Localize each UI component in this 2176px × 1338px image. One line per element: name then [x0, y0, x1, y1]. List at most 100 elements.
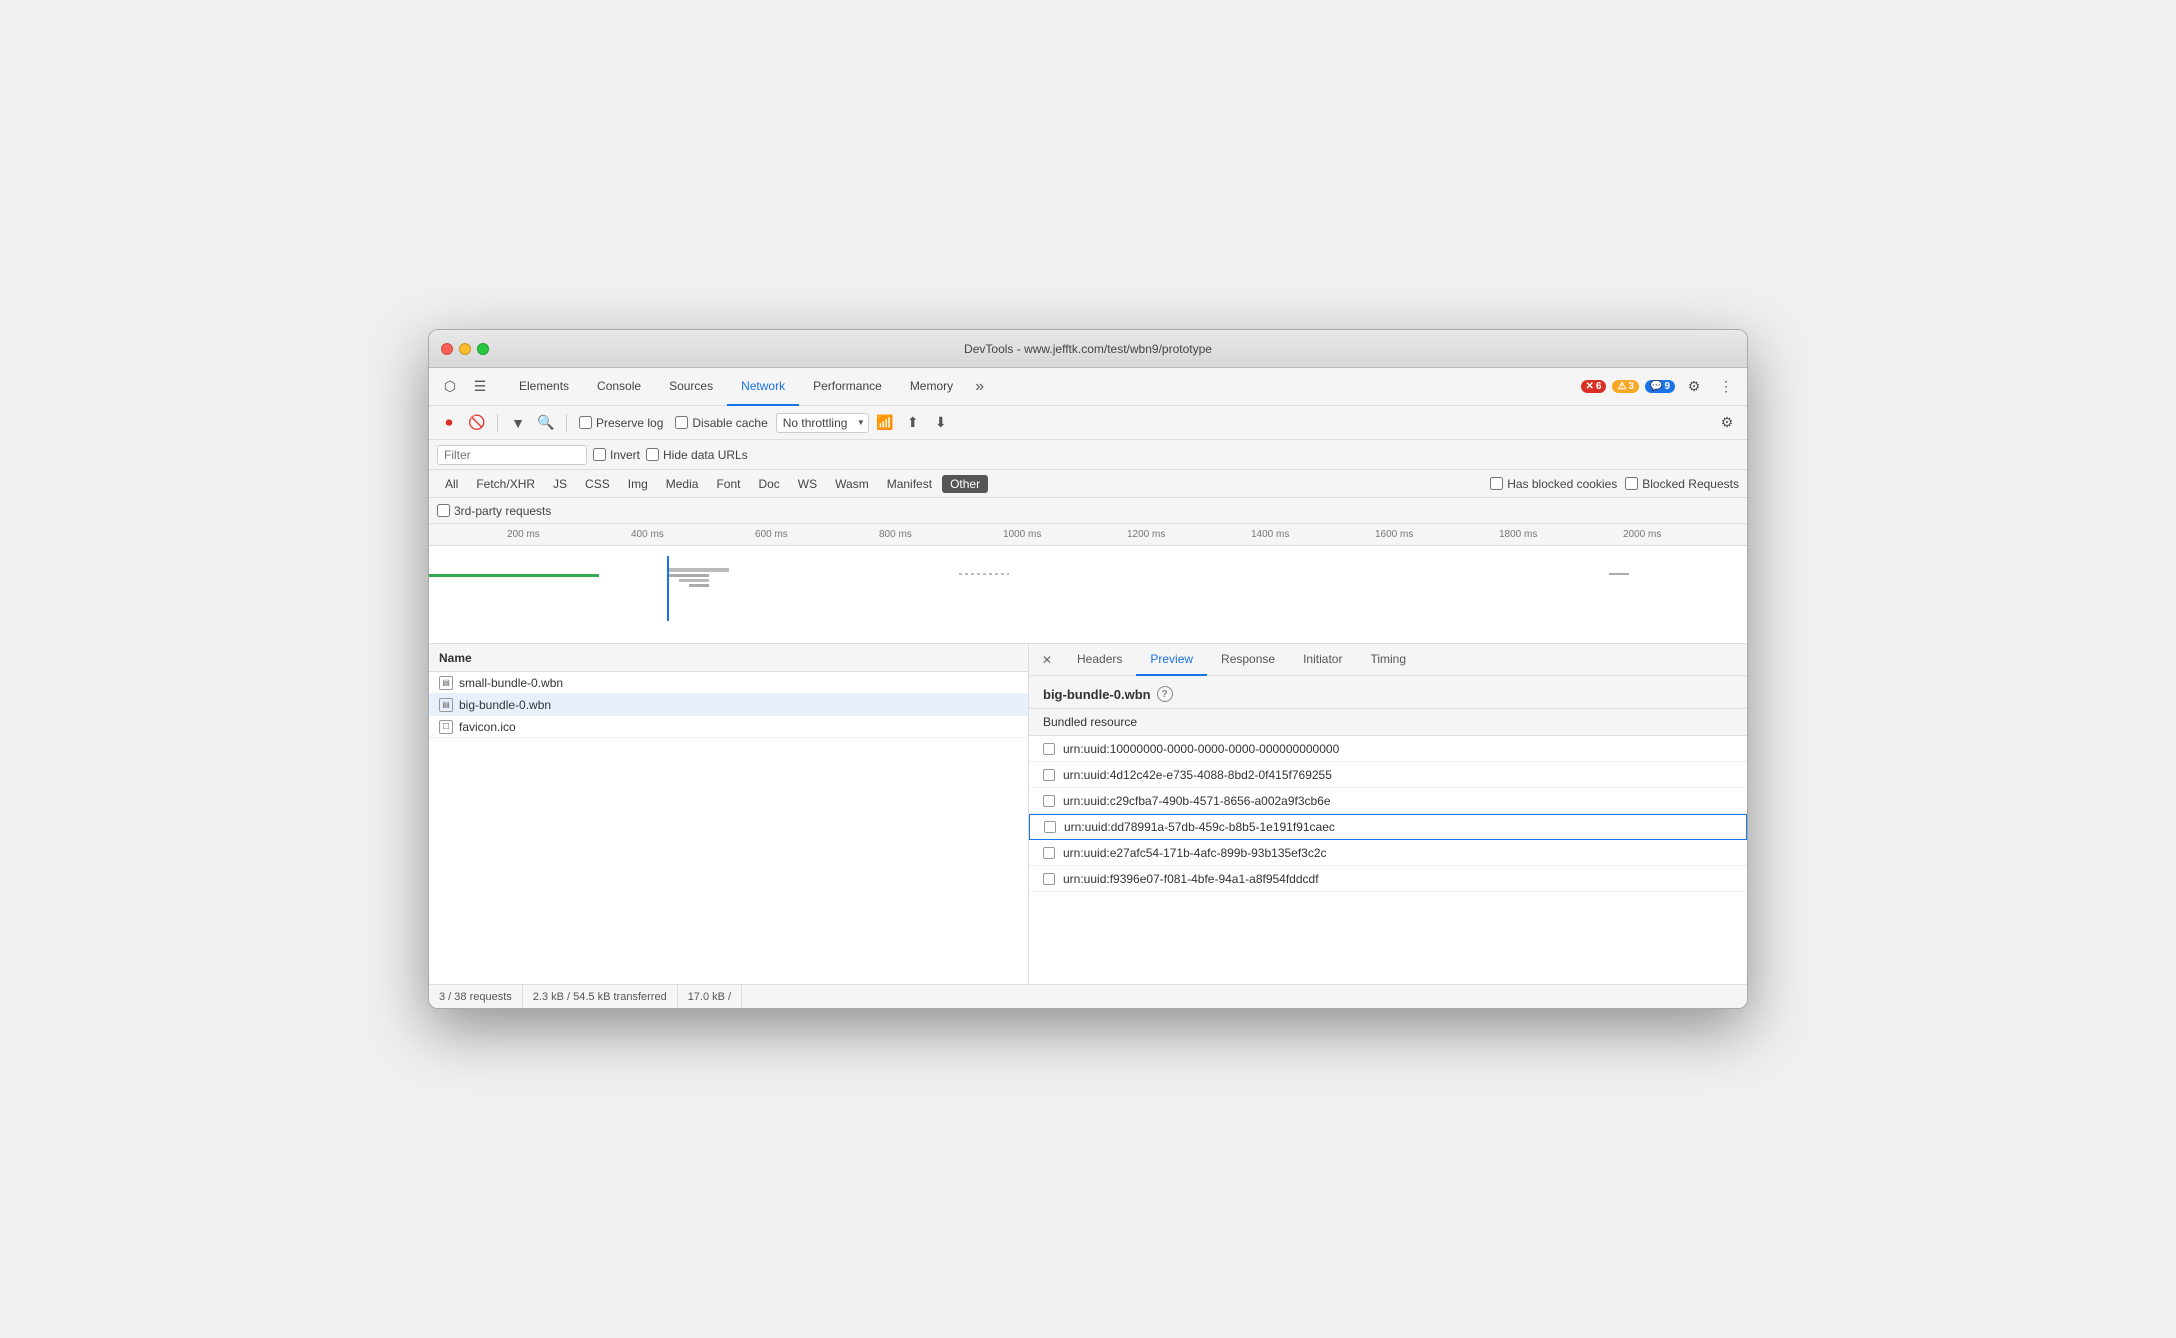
throttle-select-wrapper[interactable]: No throttling: [776, 413, 869, 433]
invert-checkbox[interactable]: [593, 448, 606, 461]
download-icon[interactable]: ⬇: [929, 411, 953, 435]
resource-item-3[interactable]: urn:uuid:c29cfba7-490b-4571-8656-a002a9f…: [1029, 788, 1747, 814]
typebar: All Fetch/XHR JS CSS Img Media Font Doc …: [429, 470, 1747, 498]
blocked-requests-checkbox[interactable]: [1625, 477, 1638, 490]
tab-console[interactable]: Console: [583, 368, 655, 406]
blocked-requests-label[interactable]: Blocked Requests: [1625, 477, 1739, 491]
detail-close-button[interactable]: ✕: [1037, 650, 1057, 670]
type-fetchxhr[interactable]: Fetch/XHR: [468, 475, 543, 493]
devtools-window: DevTools - www.jefftk.com/test/wbn9/prot…: [428, 329, 1748, 1009]
main-area: Name ▤ small-bundle-0.wbn ▤ big-bundle-0…: [429, 644, 1747, 984]
status-size: 17.0 kB /: [678, 985, 742, 1008]
resource-checkbox-4[interactable]: [1044, 821, 1056, 833]
detail-tab-initiator[interactable]: Initiator: [1289, 644, 1356, 676]
resource-checkbox-1[interactable]: [1043, 743, 1055, 755]
resource-urn-5: urn:uuid:e27afc54-171b-4afc-899b-93b135e…: [1063, 846, 1327, 860]
detail-title: big-bundle-0.wbn: [1043, 687, 1151, 702]
request-list-header: Name: [429, 644, 1028, 672]
request-item-small-bundle[interactable]: ▤ small-bundle-0.wbn: [429, 672, 1028, 694]
request-icon-small-bundle: ▤: [439, 676, 453, 690]
close-button[interactable]: [441, 343, 453, 355]
type-css[interactable]: CSS: [577, 475, 618, 493]
type-ws[interactable]: WS: [790, 475, 825, 493]
timeline-chart[interactable]: [429, 546, 1747, 636]
tab-elements[interactable]: Elements: [505, 368, 583, 406]
search-button[interactable]: 🔍: [534, 411, 558, 435]
detail-content: big-bundle-0.wbn ? Bundled resource urn:…: [1029, 676, 1747, 984]
type-media[interactable]: Media: [658, 475, 707, 493]
blocked-requests-text: Blocked Requests: [1642, 477, 1739, 491]
type-font[interactable]: Font: [708, 475, 748, 493]
detail-tab-timing[interactable]: Timing: [1356, 644, 1420, 676]
wifi-icon[interactable]: 📶: [873, 411, 897, 435]
filter-input[interactable]: [437, 445, 587, 465]
timeline-vertical-line: [667, 556, 669, 621]
tab-network[interactable]: Network: [727, 368, 799, 406]
toolbar-right: ⚙: [1715, 411, 1739, 435]
type-manifest[interactable]: Manifest: [879, 475, 940, 493]
resource-item-2[interactable]: urn:uuid:4d12c42e-e735-4088-8bd2-0f415f7…: [1029, 762, 1747, 788]
disable-cache-checkbox[interactable]: [675, 416, 688, 429]
type-other[interactable]: Other: [942, 475, 988, 493]
tick-200: 200 ms: [507, 529, 631, 540]
minimize-button[interactable]: [459, 343, 471, 355]
preserve-log-label[interactable]: Preserve log: [579, 416, 663, 430]
throttle-select[interactable]: No throttling: [776, 413, 869, 433]
filter-button[interactable]: ▼: [506, 411, 530, 435]
type-js[interactable]: JS: [545, 475, 575, 493]
bundled-header: Bundled resource: [1029, 709, 1747, 736]
resource-checkbox-2[interactable]: [1043, 769, 1055, 781]
resource-item-1[interactable]: urn:uuid:10000000-0000-0000-0000-0000000…: [1029, 736, 1747, 762]
hide-data-urls-label[interactable]: Hide data URLs: [646, 448, 748, 462]
resource-item-5[interactable]: urn:uuid:e27afc54-171b-4afc-899b-93b135e…: [1029, 840, 1747, 866]
tick-2000: 2000 ms: [1623, 529, 1747, 540]
more-options-icon[interactable]: ⋮: [1713, 374, 1739, 400]
tab-performance[interactable]: Performance: [799, 368, 896, 406]
resource-urn-3: urn:uuid:c29cfba7-490b-4571-8656-a002a9f…: [1063, 794, 1331, 808]
type-doc[interactable]: Doc: [750, 475, 787, 493]
hide-data-urls-checkbox[interactable]: [646, 448, 659, 461]
detail-tab-headers[interactable]: Headers: [1063, 644, 1136, 676]
resource-item-6[interactable]: urn:uuid:f9396e07-f081-4bfe-94a1-a8f954f…: [1029, 866, 1747, 892]
clear-button[interactable]: 🚫: [465, 411, 489, 435]
upload-icon[interactable]: ⬆: [901, 411, 925, 435]
network-settings-icon[interactable]: ⚙: [1715, 411, 1739, 435]
detail-tab-response[interactable]: Response: [1207, 644, 1289, 676]
record-button[interactable]: ⏺: [437, 411, 461, 435]
tab-memory[interactable]: Memory: [896, 368, 967, 406]
tab-sources[interactable]: Sources: [655, 368, 727, 406]
maximize-button[interactable]: [477, 343, 489, 355]
invert-label[interactable]: Invert: [593, 448, 640, 462]
has-blocked-cookies-label[interactable]: Has blocked cookies: [1490, 477, 1617, 491]
request-list: Name ▤ small-bundle-0.wbn ▤ big-bundle-0…: [429, 644, 1029, 984]
timeline-bar-big-4: [689, 584, 709, 587]
detail-tab-preview[interactable]: Preview: [1136, 644, 1207, 676]
type-all[interactable]: All: [437, 475, 466, 493]
more-tabs-button[interactable]: »: [967, 378, 992, 396]
preserve-log-checkbox[interactable]: [579, 416, 592, 429]
request-item-big-bundle[interactable]: ▤ big-bundle-0.wbn: [429, 694, 1028, 716]
resource-checkbox-6[interactable]: [1043, 873, 1055, 885]
request-item-favicon[interactable]: ☐ favicon.ico: [429, 716, 1028, 738]
help-icon[interactable]: ?: [1157, 686, 1173, 702]
inspect-element-icon[interactable]: ⬡: [437, 374, 463, 400]
titlebar: DevTools - www.jefftk.com/test/wbn9/prot…: [429, 330, 1747, 368]
tick-1000: 1000 ms: [1003, 529, 1127, 540]
thirdparty-bar: 3rd-party requests: [429, 498, 1747, 524]
thirdparty-checkbox[interactable]: [437, 504, 450, 517]
resource-item-4[interactable]: urn:uuid:dd78991a-57db-459c-b8b5-1e191f9…: [1029, 814, 1747, 840]
type-img[interactable]: Img: [620, 475, 656, 493]
statusbar: 3 / 38 requests 2.3 kB / 54.5 kB transfe…: [429, 984, 1747, 1008]
error-badge: ✕ 6: [1581, 380, 1607, 393]
resource-checkbox-5[interactable]: [1043, 847, 1055, 859]
has-blocked-cookies-checkbox[interactable]: [1490, 477, 1503, 490]
tick-600: 600 ms: [755, 529, 879, 540]
device-toolbar-icon[interactable]: ☰: [467, 374, 493, 400]
settings-icon[interactable]: ⚙: [1681, 374, 1707, 400]
type-wasm[interactable]: Wasm: [827, 475, 877, 493]
resource-checkbox-3[interactable]: [1043, 795, 1055, 807]
message-icon: 💬: [1650, 381, 1662, 392]
disable-cache-label[interactable]: Disable cache: [675, 416, 767, 430]
thirdparty-label[interactable]: 3rd-party requests: [437, 504, 551, 518]
invert-text: Invert: [610, 448, 640, 462]
